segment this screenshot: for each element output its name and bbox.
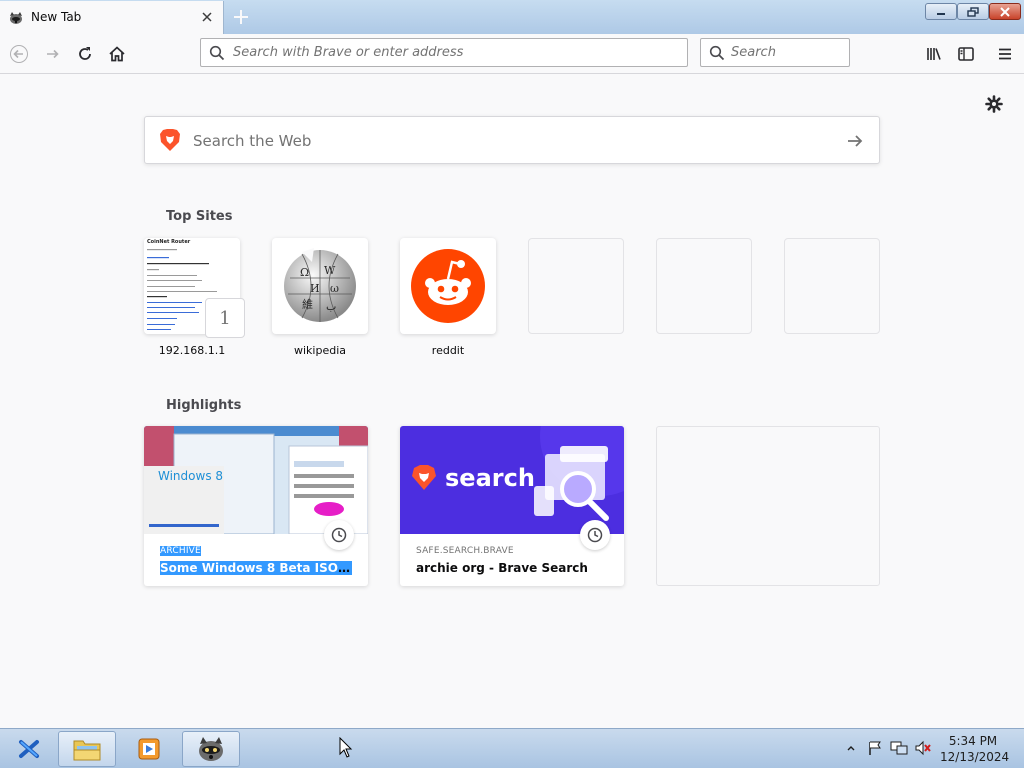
back-arrow-icon	[10, 45, 28, 63]
empty-tile	[784, 238, 880, 334]
highlight-thumbnail: Windows 8	[144, 426, 368, 534]
windows8-logo-text: Windows 8	[158, 469, 224, 483]
raccoon-browser-icon	[199, 737, 223, 761]
top-site-label: 192.168.1.1	[158, 344, 226, 357]
clock-icon	[580, 520, 610, 550]
highlight-title: Some Windows 8 Beta ISO's : Mic...	[160, 561, 352, 575]
highlight-card[interactable]: Windows 8 ARCHIVE Some Windows 8 Beta IS…	[144, 426, 368, 586]
close-icon	[1000, 6, 1010, 17]
start-x-logo-icon	[19, 740, 39, 758]
library-icon	[927, 48, 941, 60]
svg-text:ω: ω	[330, 282, 339, 295]
highlight-host: ARCHIVE	[160, 546, 201, 556]
arrow-right-icon[interactable]	[845, 131, 865, 151]
clock-time: 5:34 PM	[948, 734, 998, 748]
close-tab-icon[interactable]	[198, 8, 216, 26]
web-search-box[interactable]	[144, 116, 880, 165]
search-input[interactable]	[731, 39, 841, 66]
brave-lion-icon	[159, 128, 181, 155]
close-window-button[interactable]	[989, 3, 1021, 20]
new-tab-plus-icon[interactable]	[231, 7, 251, 27]
svg-text:ب: ب	[326, 300, 336, 313]
restore-icon	[967, 6, 979, 17]
forward-arrow-icon	[47, 49, 59, 59]
wikipedia-globe-icon: Ω WИ ω 維ب	[272, 238, 368, 334]
reload-icon	[79, 47, 91, 60]
svg-text:И: И	[310, 282, 320, 295]
forward-button[interactable]	[40, 41, 66, 67]
highlight-card[interactable]: search SAFE.SEARCH.BRAVE archie org - Br…	[400, 426, 624, 586]
top-site-label: reddit	[431, 344, 465, 357]
top-site-label: wikipedia	[293, 344, 346, 357]
top-site-placeholder	[528, 238, 624, 334]
raccoon-favicon-icon	[8, 10, 24, 26]
reddit-logo-icon	[400, 238, 496, 334]
restore-button[interactable]	[957, 3, 989, 20]
navigation-toolbar	[0, 34, 1024, 74]
taskbar-file-manager[interactable]	[58, 731, 116, 767]
top-site-tile[interactable]: reddit	[400, 238, 496, 357]
gear-icon[interactable]	[984, 94, 1004, 114]
search-icon	[209, 45, 225, 61]
minimize-icon	[937, 12, 945, 15]
minimize-button[interactable]	[925, 3, 957, 20]
reload-button[interactable]	[72, 41, 98, 67]
hamburger-menu-icon	[999, 48, 1011, 60]
svg-text:W: W	[324, 264, 336, 277]
tab-title: New Tab	[31, 10, 82, 24]
search-bar[interactable]	[700, 38, 850, 67]
sidebar-button[interactable]	[953, 41, 979, 67]
web-search-input[interactable]	[191, 117, 835, 165]
volume-muted-icon[interactable]	[914, 737, 932, 759]
brave-search-wordmark: search	[445, 464, 535, 492]
empty-tile	[528, 238, 624, 334]
highlight-title: archie org - Brave Search	[416, 561, 588, 575]
folder-icon	[73, 740, 101, 761]
system-clock[interactable]: 5:34 PM 12/13/2024	[940, 733, 1010, 765]
clock-date: 12/13/2024	[940, 750, 1010, 764]
router-page-title: CoinNet Router	[147, 239, 191, 245]
mouse-cursor-icon	[339, 737, 353, 758]
taskbar-media-player[interactable]	[120, 731, 178, 767]
highlight-host: SAFE.SEARCH.BRAVE	[416, 546, 514, 556]
tab-new-tab[interactable]: New Tab	[0, 1, 224, 34]
highlight-placeholder	[656, 426, 880, 586]
clock-icon	[324, 520, 354, 550]
highlights-heading: Highlights	[166, 398, 242, 413]
address-bar[interactable]	[200, 38, 688, 67]
sidebar-icon	[958, 47, 974, 61]
brave-search-thumbnail: search	[400, 426, 624, 534]
top-site-tile[interactable]: CoinNet Router 1 192.168.1.1	[144, 238, 245, 357]
menu-button[interactable]	[992, 41, 1018, 67]
top-site-placeholder	[784, 238, 880, 334]
svg-text:維: 維	[302, 298, 313, 311]
start-button[interactable]	[0, 731, 58, 767]
action-center-flag-icon[interactable]	[866, 737, 884, 759]
back-button[interactable]	[6, 41, 32, 67]
svg-text:Ω: Ω	[300, 266, 309, 279]
show-hidden-icons-chevron-icon[interactable]	[842, 737, 860, 759]
media-player-icon	[138, 738, 160, 760]
home-icon	[109, 46, 125, 62]
address-input[interactable]	[233, 39, 673, 66]
taskbar-browser[interactable]	[182, 731, 240, 767]
top-site-tile[interactable]: Ω WИ ω 維ب wikipedia	[272, 238, 368, 357]
site-badge: 1	[205, 298, 245, 338]
title-bar: New Tab	[0, 0, 1024, 34]
network-icon[interactable]	[890, 737, 908, 759]
top-sites-heading: Top Sites	[166, 209, 233, 224]
taskbar: 5:34 PM 12/13/2024	[0, 728, 1024, 768]
top-site-placeholder	[656, 238, 752, 334]
search-icon	[709, 45, 725, 61]
empty-tile	[656, 238, 752, 334]
library-button[interactable]	[921, 41, 947, 67]
home-button[interactable]	[104, 41, 130, 67]
